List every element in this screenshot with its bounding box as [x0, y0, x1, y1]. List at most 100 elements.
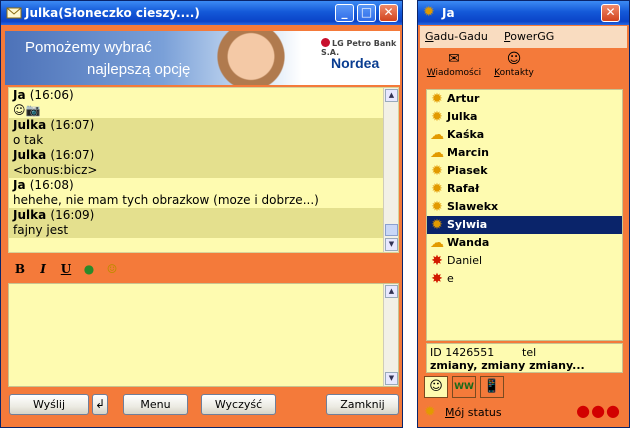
available-sun-icon: ✹	[431, 91, 443, 107]
banner-slogan-1: Pomożemy wybrać	[25, 39, 152, 56]
tab-web[interactable]: WW	[452, 376, 476, 398]
color-icon[interactable]: ●	[80, 261, 98, 277]
tab-contacts[interactable]: ☺	[424, 376, 448, 398]
status-bar: ✹ Mój status ●●●	[420, 401, 627, 425]
minimize-button[interactable]: _	[335, 4, 354, 22]
underline-button[interactable]: U	[57, 261, 75, 277]
italic-button[interactable]: I	[34, 261, 52, 277]
message-input[interactable]	[9, 284, 384, 386]
scroll-down-arrow[interactable]: ▼	[385, 238, 398, 251]
contact-item[interactable]: ✹ Slawekx	[427, 198, 622, 216]
envelope-icon	[6, 7, 22, 19]
menu-bar: Gadu-Gadu PowerGG	[420, 26, 627, 48]
available-with-description-icon: ✹	[431, 109, 443, 125]
ad-banner[interactable]: Pomożemy wybrać najlepszą opcję LG Petro…	[5, 31, 400, 85]
bold-button[interactable]: B	[11, 261, 29, 277]
message-text: ☺📷	[13, 103, 41, 117]
contact-item[interactable]: ✹ Rafał	[427, 180, 622, 198]
contact-name: Julka	[447, 110, 478, 123]
emoticon-icon[interactable]: ☺	[103, 261, 121, 277]
message-header: Ja (16:08)	[13, 178, 394, 192]
menu-powergg[interactable]: PowerGG	[504, 30, 554, 43]
available-sun-icon: ✹	[431, 163, 443, 179]
send-button[interactable]: Wyślij	[9, 394, 89, 415]
sun-status-icon: ✹	[423, 4, 435, 20]
more-options-icon[interactable]: ●●●	[576, 401, 621, 420]
banner-photo	[205, 31, 297, 85]
chat-message: Julka (16:09) fajny jest	[9, 208, 398, 238]
contacts-toolbar: ✉ Wiadomości ☺ Kontakty	[420, 49, 627, 87]
contact-item[interactable]: ☁ Kaśka	[427, 126, 622, 144]
message-sender: Julka	[13, 148, 47, 162]
contacts-title: Ja	[442, 6, 455, 20]
input-scrollbar[interactable]: ▲ ▼	[383, 284, 398, 386]
message-header: Julka (16:09)	[13, 208, 394, 222]
scroll-up-arrow[interactable]: ▲	[385, 89, 398, 102]
contacts-icon: ☺	[506, 51, 522, 67]
contact-item[interactable]: ✸ e	[427, 270, 622, 288]
available-sun-icon: ✹	[431, 181, 443, 197]
message-text: <bonus:bicz>	[13, 163, 98, 177]
menu-button[interactable]: Menu	[123, 394, 188, 415]
input-scroll-down-arrow[interactable]: ▼	[385, 372, 398, 385]
message-text: hehehe, nie mam tych obrazkow (moze i do…	[13, 193, 319, 207]
banner-brand: Nordea	[331, 55, 380, 71]
contacts-tool[interactable]: ☺ Kontakty	[490, 51, 538, 78]
format-toolbar: B I U ● ☺	[8, 257, 399, 281]
contact-name: Wanda	[447, 236, 490, 249]
contact-list[interactable]: ✹ Artur ✹ Julka ☁ Kaśka ☁ Marcin ✹ Piasek ✹ Rafał ✹ S…	[426, 89, 623, 341]
tab-sms[interactable]: 📱	[480, 376, 504, 398]
contacts-titlebar[interactable]: ✹ Ja ✕	[418, 1, 629, 25]
message-list: Ja (16:06) ☺📷 Julka (16:07) o tak Julka (16:…	[9, 88, 398, 238]
contact-name: Marcin	[447, 146, 489, 159]
message-time: (16:09)	[50, 208, 95, 222]
contact-item[interactable]: ✹ Sylwia	[427, 216, 622, 234]
contact-list-items: ✹ Artur ✹ Julka ☁ Kaśka ☁ Marcin ✹ Piasek ✹ Rafał ✹ S…	[427, 90, 622, 288]
contact-name: Daniel	[447, 254, 483, 267]
contact-name: Sylwia	[447, 218, 488, 231]
contact-item[interactable]: ✹ Piasek	[427, 162, 622, 180]
away-cloud-icon: ☁	[430, 235, 444, 251]
enter-send-toggle[interactable]: ↲	[92, 394, 108, 415]
chat-scrollbar[interactable]: ▲ ▼	[383, 88, 398, 252]
message-time: (16:07)	[50, 148, 95, 162]
message-sender: Julka	[13, 208, 47, 222]
messages-icon: ✉	[448, 51, 460, 67]
contact-tel: tel	[522, 346, 537, 359]
contact-description: zmiany, zmiany zmiany...	[430, 359, 585, 372]
menu-gadu-gadu[interactable]: Gadu-Gadu	[425, 30, 488, 43]
contact-name: Rafał	[447, 182, 480, 195]
contact-name: e	[447, 272, 454, 285]
input-scroll-up-arrow[interactable]: ▲	[385, 285, 398, 298]
away-cloud-icon: ☁	[430, 145, 444, 161]
close-button[interactable]: Zamknij	[326, 394, 399, 415]
contact-item[interactable]: ✹ Julka	[427, 108, 622, 126]
chat-title: Julka(Słoneczko cieszy....)	[25, 6, 200, 20]
clear-button[interactable]: Wyczyść	[201, 394, 276, 415]
message-header: Ja (16:06)	[13, 88, 394, 102]
contacts-window: ✹ Ja ✕ Gadu-Gadu PowerGG ✉ Wiadomości ☺ …	[417, 0, 630, 428]
chat-message: Ja (16:08) hehehe, nie mam tych obrazkow …	[9, 178, 398, 208]
message-text: o tak	[13, 133, 44, 147]
chat-log[interactable]: Ja (16:06) ☺📷 Julka (16:07) o tak Julka (16:…	[8, 87, 399, 253]
contact-name: Slawekx	[447, 200, 499, 213]
message-sender: Ja	[13, 88, 26, 102]
message-input-area[interactable]: ▲ ▼	[8, 283, 399, 387]
message-header: Julka (16:07)	[13, 118, 394, 132]
available-with-description-icon: ✹	[431, 199, 443, 215]
close-window-button[interactable]: ✕	[379, 4, 398, 22]
scroll-thumb[interactable]	[385, 224, 398, 236]
chat-message: Ja (16:06) ☺📷	[9, 88, 398, 118]
available-with-description-icon: ✹	[431, 217, 443, 233]
contact-item[interactable]: ✹ Artur	[427, 90, 622, 108]
contact-name: Piasek	[447, 164, 488, 177]
contact-item[interactable]: ☁ Wanda	[427, 234, 622, 252]
offline-icon: ✸	[431, 253, 443, 269]
messages-tool[interactable]: ✉ Wiadomości	[426, 51, 482, 78]
close-contacts-button[interactable]: ✕	[601, 4, 620, 22]
chat-titlebar[interactable]: Julka(Słoneczko cieszy....) _ □ ✕	[1, 1, 402, 25]
contact-item[interactable]: ☁ Marcin	[427, 144, 622, 162]
contact-item[interactable]: ✸ Daniel	[427, 252, 622, 270]
maximize-button[interactable]: □	[357, 4, 376, 22]
my-status-button[interactable]: Mój status	[445, 406, 502, 419]
